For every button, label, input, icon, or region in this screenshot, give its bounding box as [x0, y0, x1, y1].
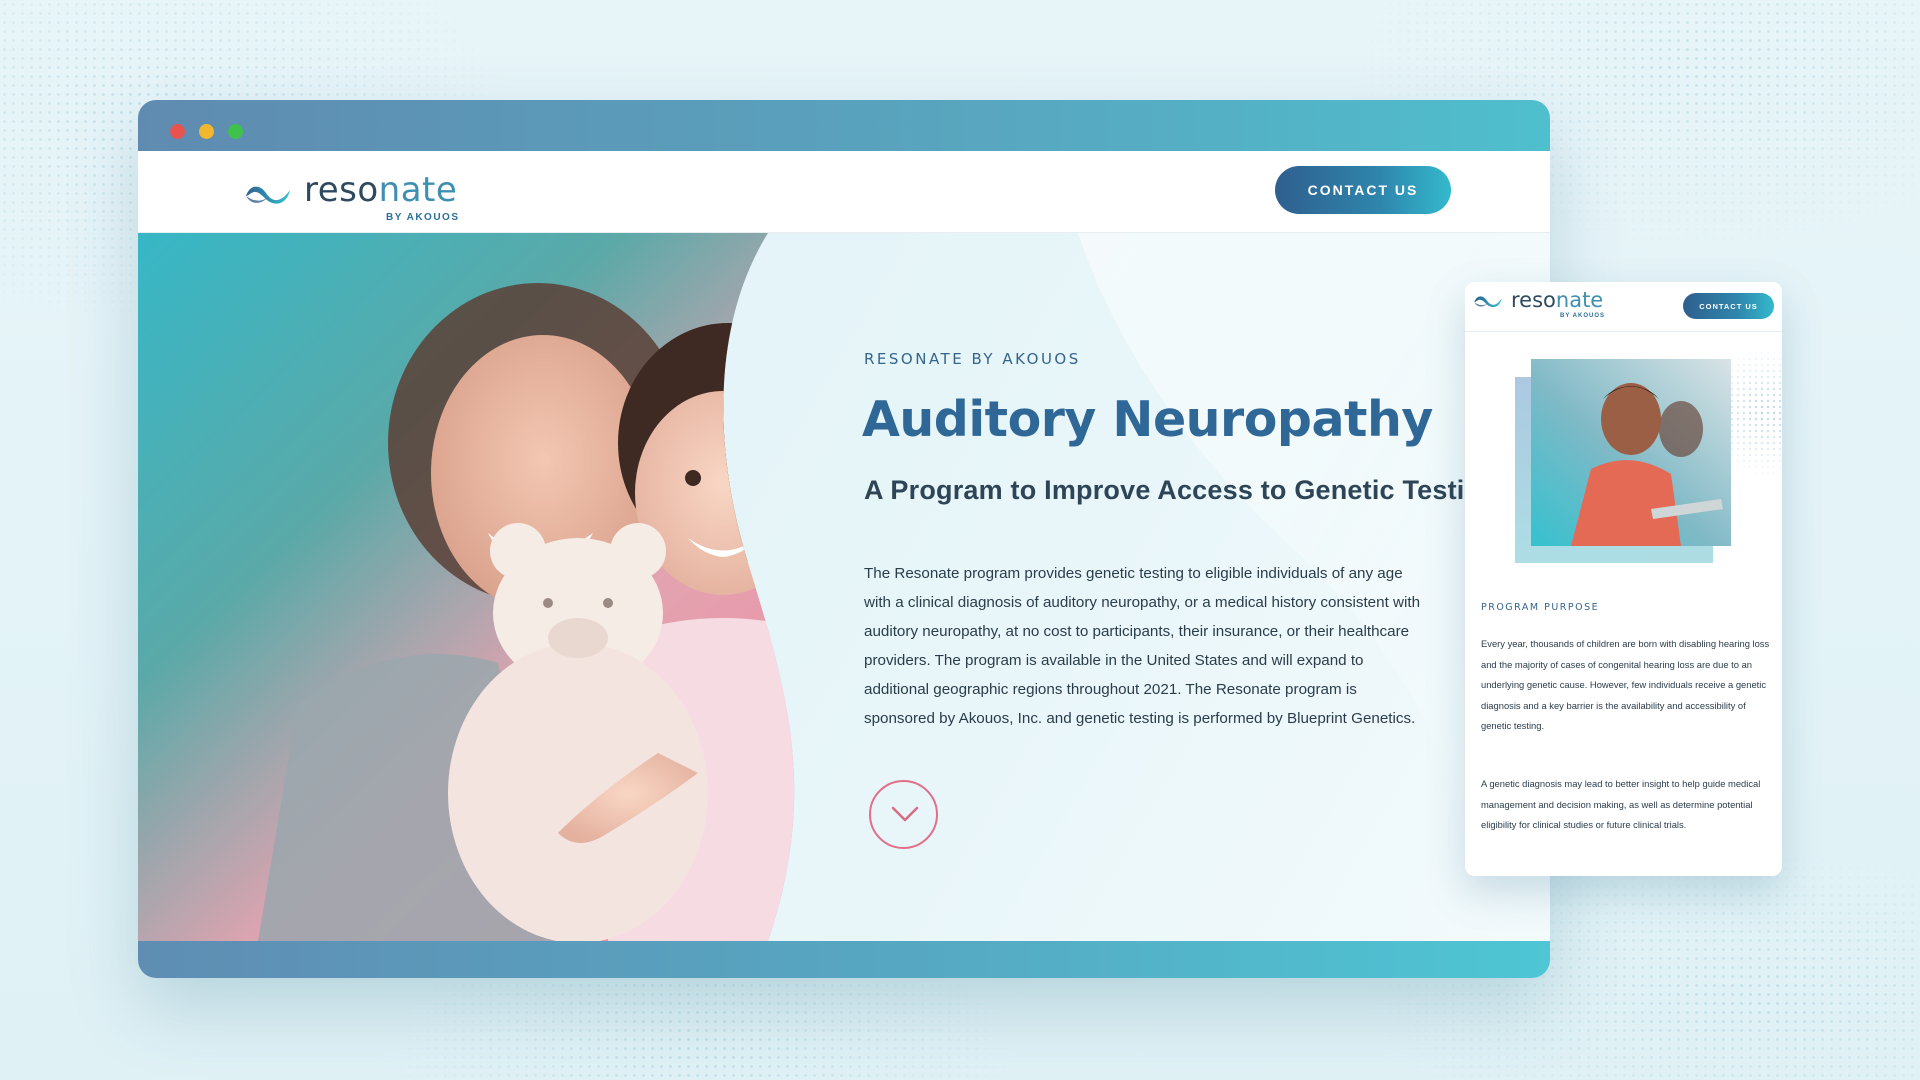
hero-photo: [138, 233, 818, 941]
window-maximize-dot[interactable]: [228, 124, 243, 139]
wave-logo-icon: [1474, 296, 1502, 308]
chevron-down-icon: [891, 806, 919, 822]
mobile-photo: [1531, 359, 1731, 546]
mobile-paragraph: A genetic diagnosis may lead to better i…: [1481, 778, 1761, 830]
site-header: resonate BY AKOUOS CONTACT US: [138, 151, 1550, 233]
scroll-down-button[interactable]: [869, 780, 938, 849]
browser-footer-bar: [138, 941, 1550, 978]
hero-description: The Resonate program provides genetic te…: [864, 565, 1421, 727]
hero-section: RESONATE BY AKOUOS Auditory Neuropathy A…: [138, 233, 1550, 941]
contact-us-button[interactable]: CONTACT US: [1275, 166, 1451, 214]
mobile-contact-us-button[interactable]: CONTACT US: [1683, 293, 1774, 319]
window-minimize-dot[interactable]: [199, 124, 214, 139]
hero-eyebrow: RESONATE BY AKOUOS: [864, 350, 1081, 368]
mobile-logo-wordmark[interactable]: resonate: [1511, 288, 1603, 312]
resonate-logo[interactable]: resonate BY AKOUOS: [244, 168, 474, 223]
browser-titlebar: [138, 100, 1550, 151]
mobile-mockup: resonate BY AKOUOS CONTACT US PROGRAM PU…: [1465, 282, 1782, 876]
logo-subtitle: BY AKOUOS: [386, 212, 460, 223]
mobile-section-eyebrow: PROGRAM PURPOSE: [1481, 602, 1600, 613]
wave-logo-icon: [246, 186, 290, 204]
window-close-dot[interactable]: [170, 124, 185, 139]
mobile-logo-subtitle: BY AKOUOS: [1560, 313, 1606, 319]
mobile-paragraph: Every year, thousands of children are bo…: [1481, 638, 1770, 731]
page-subtitle: A Program to Improve Access to Genetic T…: [864, 475, 1498, 505]
mobile-header: resonate BY AKOUOS CONTACT US: [1465, 282, 1782, 332]
page-title: Auditory Neuropathy: [862, 391, 1433, 448]
logo-wordmark: resonate: [304, 170, 458, 210]
desktop-browser-mockup: resonate BY AKOUOS CONTACT US RESONATE B…: [138, 100, 1550, 978]
